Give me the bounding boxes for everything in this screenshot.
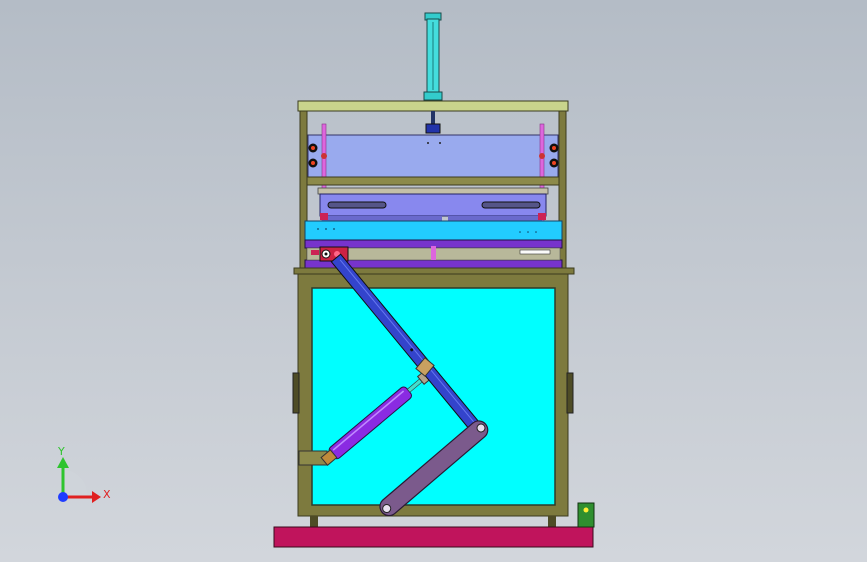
frame-top-rail — [293, 267, 575, 275]
mold-slot-left — [327, 201, 387, 209]
piston-coupler — [425, 123, 441, 134]
center-post — [431, 246, 436, 260]
mold-frame — [317, 187, 549, 195]
top-cylinder-flange — [423, 91, 443, 101]
base-foot-right — [548, 516, 556, 528]
side-bracket-right — [566, 372, 574, 414]
limit-switch-box — [577, 502, 595, 528]
cad-viewport[interactable]: Y X — [0, 0, 867, 562]
z-axis-dot — [58, 492, 68, 502]
heating-plate — [304, 220, 563, 241]
piston-rod — [431, 111, 435, 125]
middle-crossbar — [306, 176, 560, 186]
coordinate-triad: Y X — [57, 445, 111, 503]
upper-mold-plate — [307, 134, 559, 178]
side-bracket-left — [292, 372, 300, 414]
top-cylinder — [423, 12, 443, 101]
x-axis-label: X — [103, 488, 111, 501]
mold-slot-right — [481, 201, 541, 209]
base-foot-left — [310, 516, 318, 528]
y-axis-label: Y — [57, 445, 65, 458]
top-plate — [297, 100, 569, 112]
base-plate — [273, 526, 594, 548]
